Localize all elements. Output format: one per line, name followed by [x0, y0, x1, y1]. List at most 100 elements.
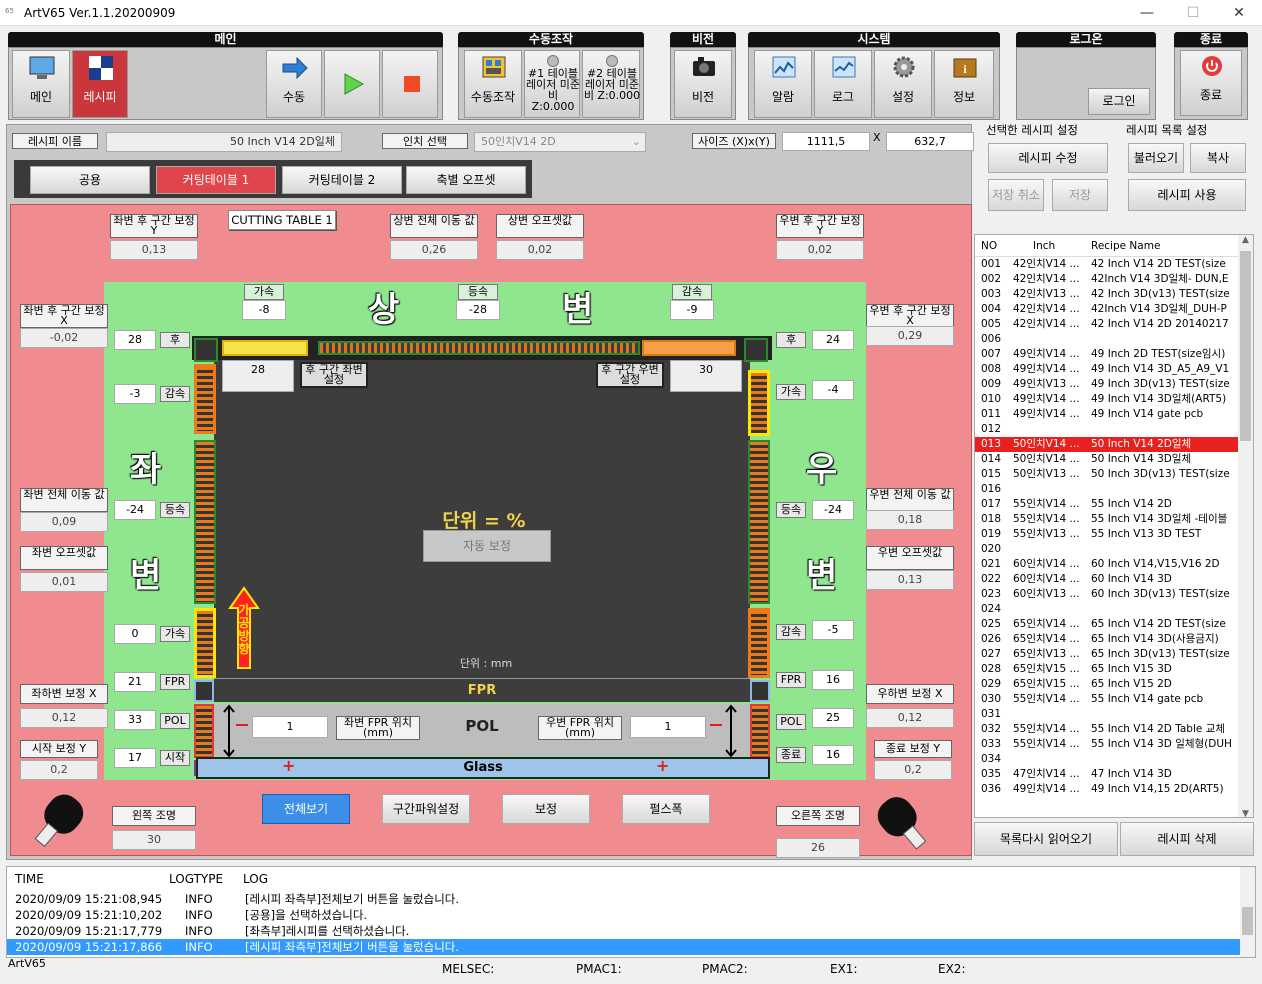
recipe-row[interactable]: 032 55인치V14 ... 55 Inch V14 2D Table 교체	[975, 722, 1253, 737]
recipe-row[interactable]: 013 50인치V14 ... 50 Inch V14 2D일체	[975, 437, 1253, 452]
recipe-row[interactable]: 019 55인치V13 ... 55 Inch V13 3D TEST	[975, 527, 1253, 542]
top-left-seg-value[interactable]: 28	[222, 360, 294, 392]
recipe-row[interactable]: 002 42인치V14 ... 42Inch V14 3D일체- DUN,E	[975, 272, 1253, 287]
left-light-value[interactable]: 30	[112, 830, 196, 850]
right-pol-value[interactable]: 25	[812, 708, 854, 728]
right-decel-value[interactable]: -5	[812, 620, 854, 640]
log-row[interactable]: 2020/09/09 15:21:08,945 INFO [레시피 좌측부]전체보기…	[7, 891, 1255, 907]
recipe-row[interactable]: 004 42인치V14 ... 42Inch V14 3D일체_DUH-P	[975, 302, 1253, 317]
start-button[interactable]	[324, 50, 380, 118]
recipe-row[interactable]: 018 55인치V14 ... 55 Inch V14 3D일체 -테이블	[975, 512, 1253, 527]
recipe-row[interactable]: 029 65인치V15 ... 65 Inch V15 2D	[975, 677, 1253, 692]
cancel-save-button[interactable]: 저장 취소	[988, 179, 1044, 211]
log-button[interactable]: 로그	[814, 50, 872, 118]
right-accel-value[interactable]: -4	[812, 380, 854, 400]
log-row[interactable]: 2020/09/09 15:21:17,866 INFO [레시피 좌측부]전체보기…	[7, 939, 1255, 955]
top-decel-value[interactable]: -9	[670, 300, 714, 320]
top-right-seg-value[interactable]: 30	[670, 360, 742, 392]
reload-list-button[interactable]: 목록다시 읽어오기	[974, 822, 1118, 856]
left-fpr-pos-value[interactable]: 1	[252, 716, 328, 738]
top-const-value[interactable]: -28	[456, 300, 500, 320]
end-corr-value[interactable]: 0,2	[874, 760, 952, 780]
top-total-value[interactable]: 0,26	[390, 240, 478, 260]
recipe-row[interactable]: 001 42인치V14 ... 42 Inch V14 2D TEST(size	[975, 257, 1253, 272]
vision-button[interactable]: 비전	[674, 50, 732, 118]
right-total-value[interactable]: 0,18	[866, 510, 954, 530]
recipe-row[interactable]: 034	[975, 752, 1253, 767]
alarm-button[interactable]: 알람	[754, 50, 812, 118]
left-total-value[interactable]: 0,09	[20, 512, 108, 532]
exit-button[interactable]: 종료	[1180, 50, 1242, 116]
recipe-row[interactable]: 026 65인치V14 ... 65 Inch V14 3D(사용금지)	[975, 632, 1253, 647]
view-all-button[interactable]: 전체보기	[262, 794, 350, 824]
correction-button[interactable]: 보정	[502, 794, 590, 824]
auto-correction-button[interactable]: 자동 보정	[423, 530, 551, 562]
scrollbar-thumb[interactable]	[1240, 251, 1251, 441]
recipe-row[interactable]: 003 42인치V13 ... 42 Inch 3D(v13) TEST(size	[975, 287, 1253, 302]
right-fpr-value[interactable]: 16	[812, 670, 854, 690]
right-rear-value[interactable]: 24	[812, 330, 854, 350]
recipe-row[interactable]: 027 65인치V13 ... 65 Inch 3D(v13) TEST(size	[975, 647, 1253, 662]
section-power-button[interactable]: 구간파워설정	[382, 794, 470, 824]
recipe-row[interactable]: 035 47인치V14 ... 47 Inch V14 3D	[975, 767, 1253, 782]
left-rear-setting-button[interactable]: 후 구간 좌변 설정	[300, 362, 368, 388]
recipe-row[interactable]: 011 49인치V14 ... 49 Inch V14 gate pcb	[975, 407, 1253, 422]
log-row[interactable]: 2020/09/09 15:21:17,779 INFO [좌측부]레시피를 선택하…	[7, 923, 1255, 939]
right-corr-x-value[interactable]: 0,29	[866, 326, 954, 346]
log-row[interactable]: 2020/09/09 15:21:10,202 INFO [공용]을 선택하셨습니다…	[7, 907, 1255, 923]
right-fpr-pos-value[interactable]: 1	[630, 716, 706, 738]
right-rear-setting-button[interactable]: 후 구간 우변 설정	[596, 362, 664, 388]
recipe-button[interactable]: 레시피	[72, 50, 128, 118]
recipe-row[interactable]: 017 55인치V14 ... 55 Inch V14 2D	[975, 497, 1253, 512]
start-corr-value[interactable]: 0,2	[20, 760, 98, 780]
scrollbar-thumb[interactable]	[1242, 907, 1253, 935]
right-light-value[interactable]: 26	[776, 838, 860, 858]
use-recipe-button[interactable]: 레시피 사용	[1128, 179, 1246, 211]
log-panel[interactable]: TIME LOGTYPE LOG 2020/09/09 15:21:08,945…	[6, 866, 1256, 958]
recipe-row[interactable]: 010 49인치V14 ... 49 Inch V14 3D일체(ART5)	[975, 392, 1253, 407]
right-const-value[interactable]: -24	[812, 500, 854, 520]
tab-axis-offset[interactable]: 축별 오프셋	[406, 166, 526, 194]
recipe-row[interactable]: 028 65인치V15 ... 65 Inch V15 3D	[975, 662, 1253, 677]
right-end-value[interactable]: 16	[812, 745, 854, 765]
tab-cutting-table-2[interactable]: 커팅테이블 2	[282, 166, 402, 194]
recipe-row[interactable]: 023 60인치V13 ... 60 Inch 3D(v13) TEST(size	[975, 587, 1253, 602]
left-pol-value[interactable]: 33	[114, 710, 156, 730]
recipe-row[interactable]: 024	[975, 602, 1253, 617]
recipe-row[interactable]: 031	[975, 707, 1253, 722]
info-button[interactable]: i 정보	[934, 50, 994, 118]
recipe-row[interactable]: 033 55인치V14 ... 55 Inch V14 3D 일체형(DUH	[975, 737, 1253, 752]
recipe-name-field[interactable]: 50 Inch V14 2D일체	[106, 132, 342, 152]
manual-button[interactable]: 수동	[266, 50, 322, 118]
size-x-field[interactable]: 1111,5	[782, 132, 870, 151]
recipe-row[interactable]: 014 50인치V14 ... 50 Inch V14 3D일체	[975, 452, 1253, 467]
recipe-row[interactable]: 025 65인치V14 ... 65 Inch V14 2D TEST(size	[975, 617, 1253, 632]
inch-select[interactable]: 50인치V14 2D ⌄	[474, 132, 646, 152]
recipe-row[interactable]: 015 50인치V13 ... 50 Inch 3D(v13) TEST(size	[975, 467, 1253, 482]
left-start-value[interactable]: 17	[114, 748, 156, 768]
recipe-row[interactable]: 008 49인치V14 ... 49 Inch V14 3D_A5_A9_V1	[975, 362, 1253, 377]
tab-common[interactable]: 공용	[30, 166, 150, 194]
log-scrollbar[interactable]	[1240, 867, 1255, 957]
recipe-list-scrollbar[interactable]: ▲ ▼	[1238, 235, 1253, 817]
main-button[interactable]: 메인	[12, 50, 70, 118]
left-offset-value[interactable]: 0,01	[20, 572, 108, 592]
top-accel-value[interactable]: -8	[242, 300, 286, 320]
close-button[interactable]: ✕	[1216, 0, 1262, 26]
settings-button[interactable]: 설정	[874, 50, 932, 118]
recipe-row[interactable]: 036 49인치V14 ... 49 Inch V14,15 2D(ART5)	[975, 782, 1253, 797]
recipe-edit-button[interactable]: 레시피 수정	[988, 143, 1108, 173]
recipe-row[interactable]: 006	[975, 332, 1253, 347]
left-fpr-value[interactable]: 21	[114, 672, 156, 692]
manual-op-button[interactable]: 수동조작	[464, 50, 522, 118]
minimize-button[interactable]: —	[1124, 0, 1170, 26]
recipe-list[interactable]: NO Inch Recipe Name 001 42인치V14 ... 42 Inc…	[974, 234, 1254, 818]
recipe-row[interactable]: 007 49인치V14 ... 49 Inch 2D TEST(size임시)	[975, 347, 1253, 362]
recipe-row[interactable]: 030 55인치V14 ... 55 Inch V14 gate pcb	[975, 692, 1253, 707]
tab-cutting-table-1[interactable]: 커팅테이블 1	[156, 166, 276, 194]
stop-button[interactable]	[382, 50, 438, 118]
left-corr-x-value[interactable]: -0,02	[20, 328, 108, 348]
delete-recipe-button[interactable]: 레시피 삭제	[1120, 822, 1254, 856]
login-button[interactable]: 로그인	[1088, 88, 1150, 115]
recipe-row[interactable]: 016	[975, 482, 1253, 497]
